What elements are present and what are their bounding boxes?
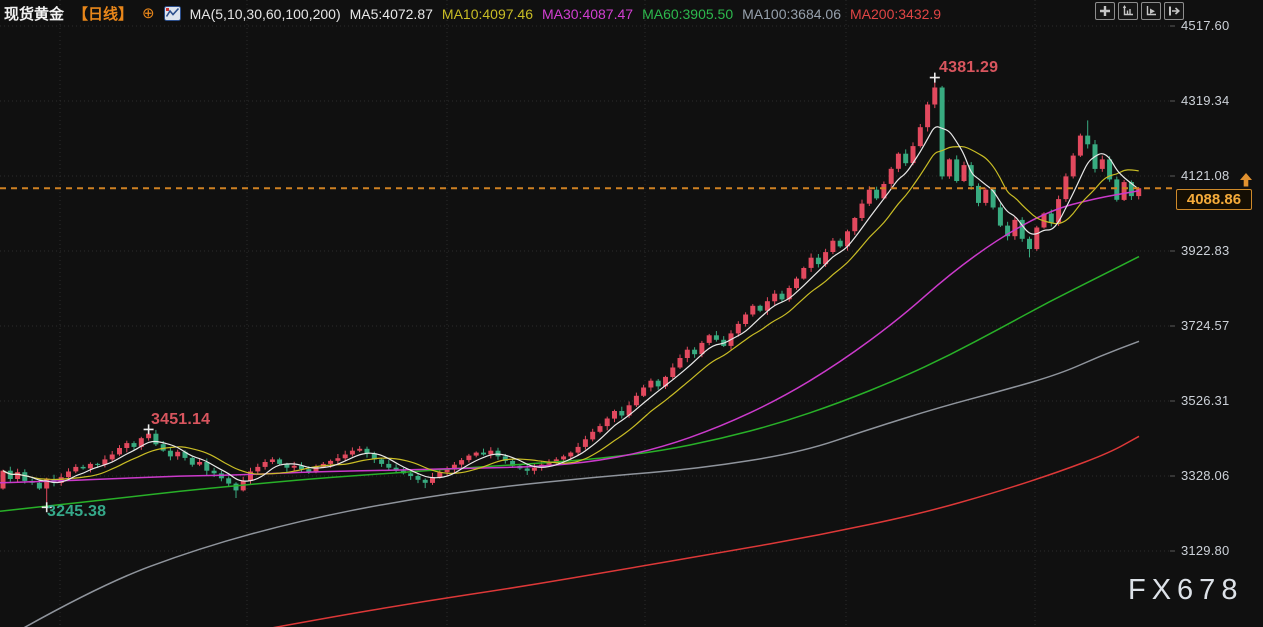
timeframe-label[interactable]: 【日线】 xyxy=(73,3,133,24)
ma30-value: MA30:4087.47 xyxy=(542,6,633,22)
ma-params-label: MA(5,10,30,60,100,200) xyxy=(190,6,341,22)
ma10-value: MA10:4097.46 xyxy=(442,6,533,22)
ma-line-MA60 xyxy=(0,257,1139,512)
axis-price-label: 4517.60 xyxy=(1181,18,1229,33)
indicator-chart-icon[interactable] xyxy=(164,6,181,21)
axis-play-button[interactable] xyxy=(1141,2,1161,20)
ma-line-MA10 xyxy=(3,147,1139,480)
ma200-value: MA200:3432.9 xyxy=(850,6,941,22)
axis-price-label: 4319.34 xyxy=(1181,93,1229,108)
chart-window: 现货黄金 【日线】 ⊕ MA(5,10,30,60,100,200) MA5:4… xyxy=(0,0,1263,627)
axis-price-label: 4121.08 xyxy=(1181,168,1229,183)
ma-line-MA100 xyxy=(18,341,1139,627)
swing-high-label: 3451.14 xyxy=(151,411,210,429)
axis-price-label: 3922.83 xyxy=(1181,243,1229,258)
axis-price-label: 3129.80 xyxy=(1181,543,1229,558)
axis-price-label: 3526.31 xyxy=(1181,393,1229,408)
ma-line-MA200 xyxy=(228,436,1139,627)
ma-line-MA30 xyxy=(0,191,1139,483)
ma-line-MA5 xyxy=(3,127,1139,483)
ma5-value: MA5:4072.87 xyxy=(350,6,433,22)
chart-toolbar xyxy=(1095,2,1184,20)
candlestick-chart[interactable] xyxy=(0,0,1263,627)
watermark: FX678 xyxy=(1128,574,1243,607)
ma100-value: MA100:3684.06 xyxy=(742,6,841,22)
ma60-value: MA60:3905.50 xyxy=(642,6,733,22)
axis-scale-button[interactable] xyxy=(1118,2,1138,20)
exit-fullscreen-button[interactable] xyxy=(1164,2,1184,20)
peak-price-label: 4381.29 xyxy=(939,59,998,77)
axis-price-label: 3724.57 xyxy=(1181,318,1229,333)
crosshair-tool-button[interactable] xyxy=(1095,2,1115,20)
axis-price-label: 3328.06 xyxy=(1181,468,1229,483)
chart-legend: 现货黄金 【日线】 ⊕ MA(5,10,30,60,100,200) MA5:4… xyxy=(4,3,941,24)
symbol-title: 现货黄金 xyxy=(4,3,64,24)
current-price-value: 4088.86 xyxy=(1176,189,1252,210)
add-compare-icon[interactable]: ⊕ xyxy=(142,7,155,21)
swing-low-label: 3245.38 xyxy=(47,503,106,521)
